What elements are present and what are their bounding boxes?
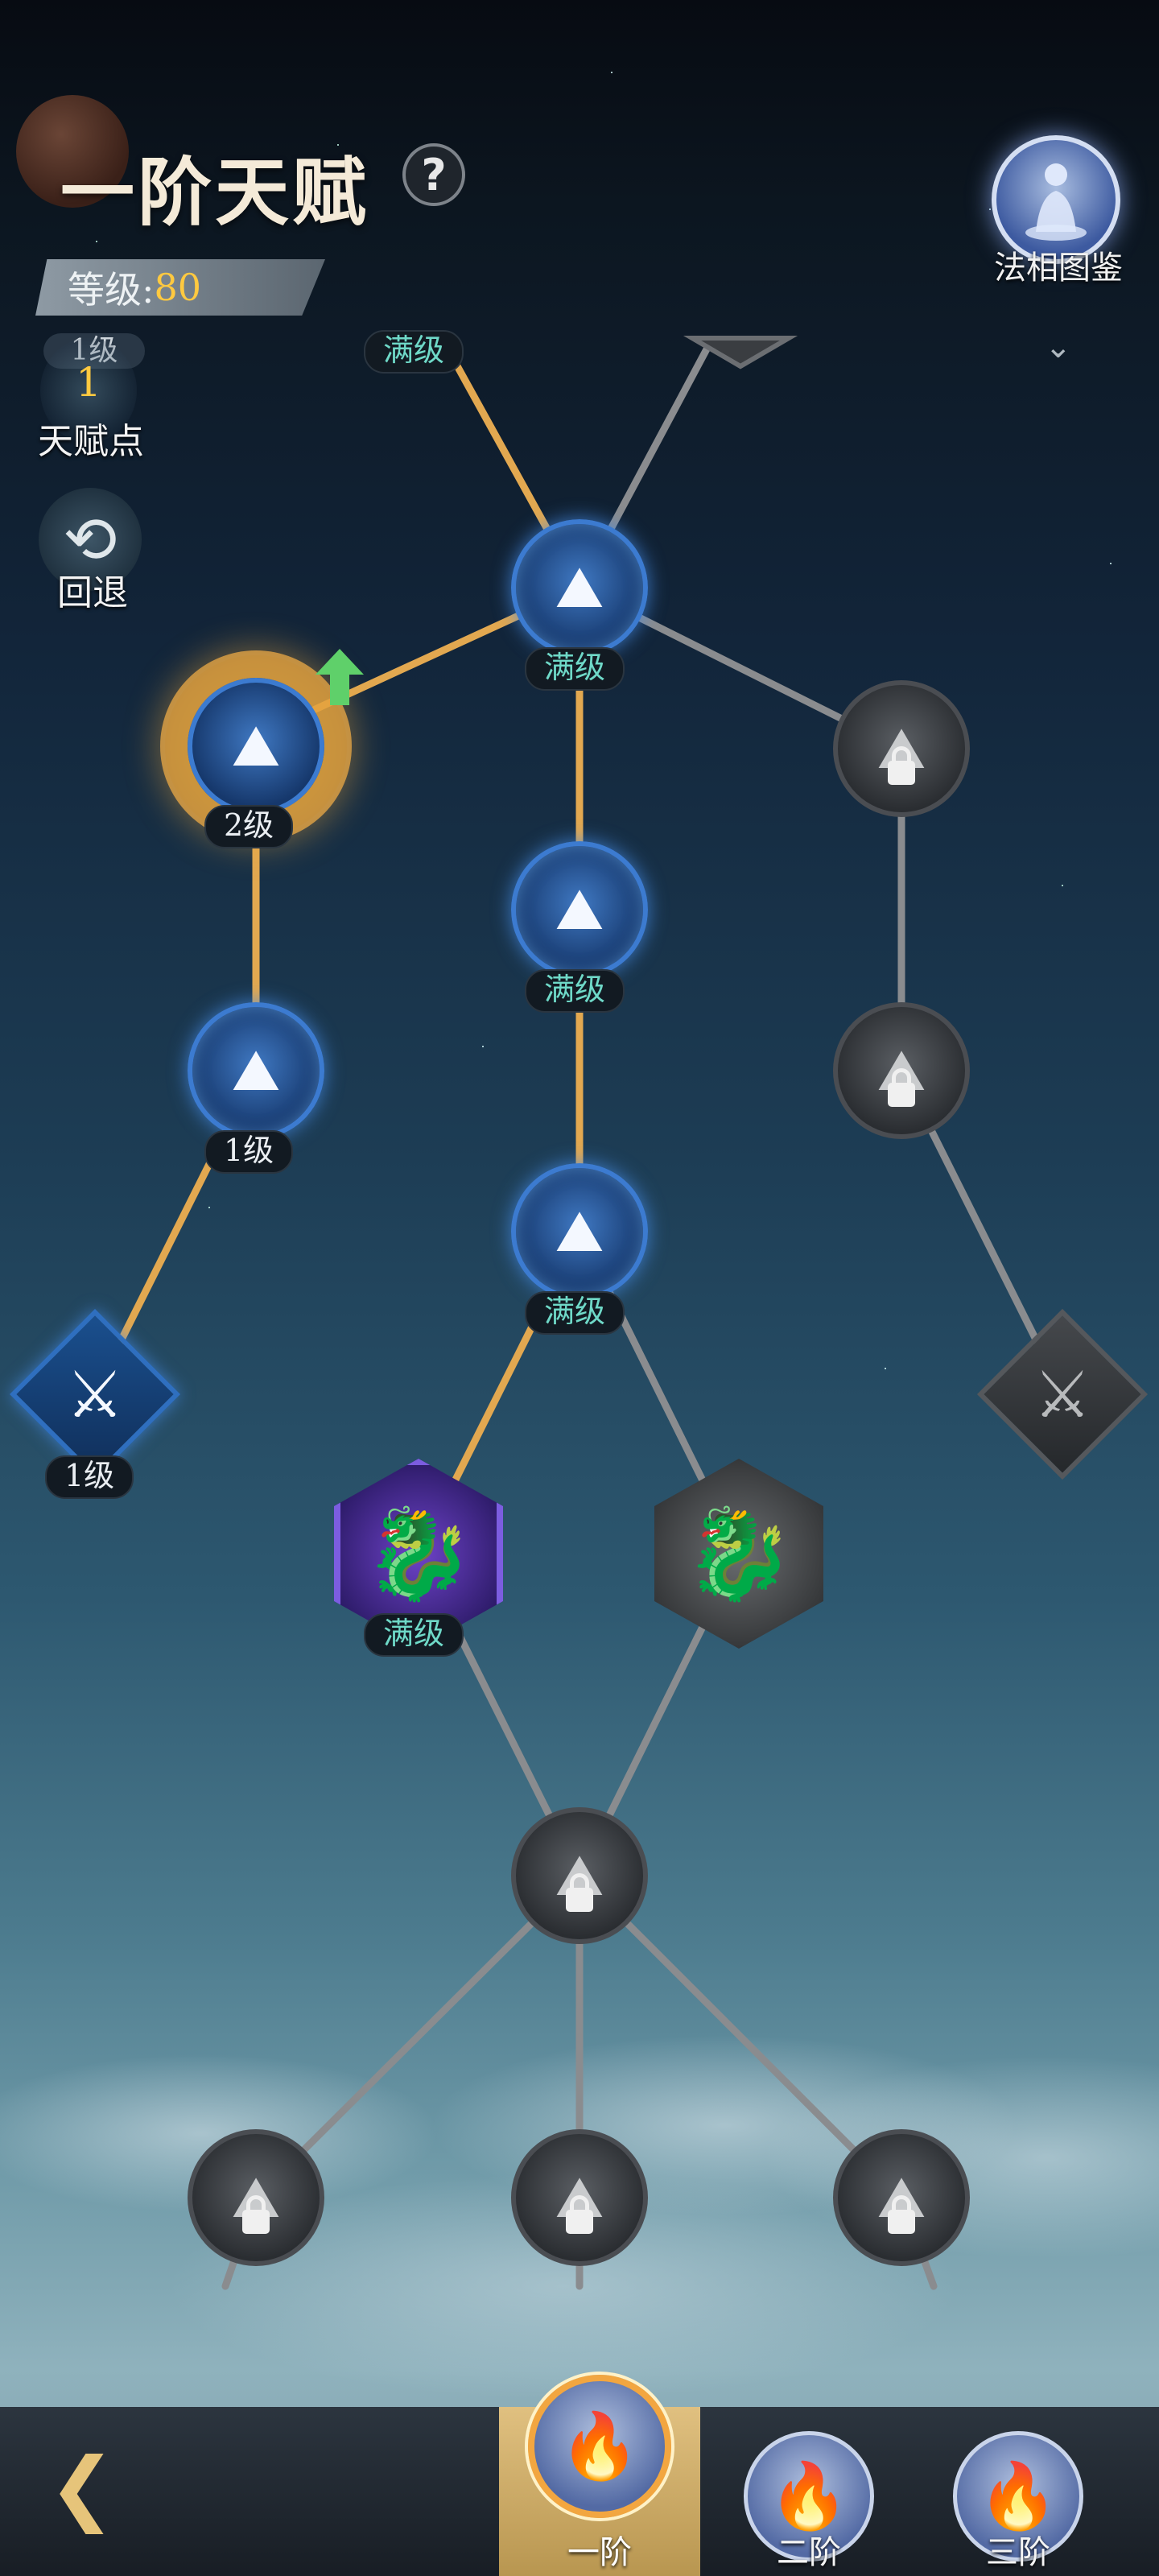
node-level-badge: 1级 (204, 1130, 294, 1174)
chevron-down-icon[interactable]: ⌄ (1045, 328, 1072, 365)
help-button[interactable]: ? (402, 143, 465, 206)
dragon-icon: 🐉 (363, 1501, 474, 1605)
partial-node-badge: 满级 (364, 330, 464, 374)
lock-icon (242, 2195, 270, 2234)
talent-node-center-2[interactable]: ⛰ (511, 841, 648, 978)
talent-points-value: 1 (76, 359, 101, 406)
node-level-badge: 满级 (364, 1613, 464, 1657)
talent-node-top-center[interactable]: ⛰ (511, 519, 648, 656)
lock-icon (888, 2195, 915, 2234)
page-title: 一阶天赋 (60, 149, 370, 236)
tab-label: 三阶 (986, 2534, 1050, 2571)
lock-icon (566, 2195, 593, 2234)
tab-label: 一阶 (567, 2534, 632, 2571)
lock-icon (566, 1873, 593, 1912)
locked-node-bottom-right[interactable]: ⛰ (833, 2129, 970, 2266)
node-level-badge: 满级 (525, 969, 625, 1013)
codex-label: 法相图鉴 (994, 250, 1123, 287)
back-arrow-icon[interactable]: ❮ (48, 2447, 161, 2528)
tab-tier-3[interactable]: 🔥 三阶 (918, 2407, 1119, 2576)
dragon-icon: 🐉 (683, 1501, 794, 1605)
tab-tier-1[interactable]: 🔥 一阶 (499, 2375, 700, 2576)
node-level-badge: 1级 (45, 1455, 134, 1499)
meditation-icon: ⛰ (555, 875, 604, 943)
level-value: 80 (154, 266, 202, 309)
level-label: 等级: (68, 268, 155, 312)
locked-node-center-lower[interactable]: ⛰ (511, 1807, 648, 1944)
undo-label: 回退 (57, 572, 128, 613)
meditation-icon: ⛰ (231, 1036, 281, 1104)
locked-node-right-2[interactable]: ⛰ (833, 1002, 970, 1139)
meditating-figure-icon (1025, 163, 1087, 241)
tab-label: 二阶 (777, 2534, 841, 2571)
talent-node-left-2[interactable]: ⛰ (188, 1002, 324, 1139)
node-level-badge: 2级 (204, 805, 294, 848)
flame-icon: 🔥 (528, 2375, 671, 2518)
locked-node-bottom-center[interactable]: ⛰ (511, 2129, 648, 2266)
meditation-icon: ⛰ (555, 1197, 604, 1265)
node-level-badge: 满级 (525, 1291, 625, 1335)
meditation-icon: ⛰ (555, 553, 604, 621)
player-level-bar: 等级: 80 (35, 259, 325, 316)
lock-icon (888, 1068, 915, 1107)
tab-tier-2[interactable]: 🔥 二阶 (708, 2407, 909, 2576)
talent-points-label: 天赋点 (38, 421, 144, 462)
locked-node-bottom-left[interactable]: ⛰ (188, 2129, 324, 2266)
talent-node-left-selected[interactable]: ⛰ (188, 678, 324, 815)
crossed-swords-icon: ⚔ (66, 1356, 124, 1432)
node-level-badge: 满级 (525, 647, 625, 691)
talent-node-center-3[interactable]: ⛰ (511, 1163, 648, 1300)
crossed-swords-icon: ⚔ (1033, 1356, 1091, 1432)
locked-node-right-1[interactable]: ⛰ (833, 680, 970, 817)
meditation-icon: ⛰ (231, 712, 281, 779)
upgrade-arrow-icon (316, 649, 364, 705)
lock-icon (888, 746, 915, 785)
